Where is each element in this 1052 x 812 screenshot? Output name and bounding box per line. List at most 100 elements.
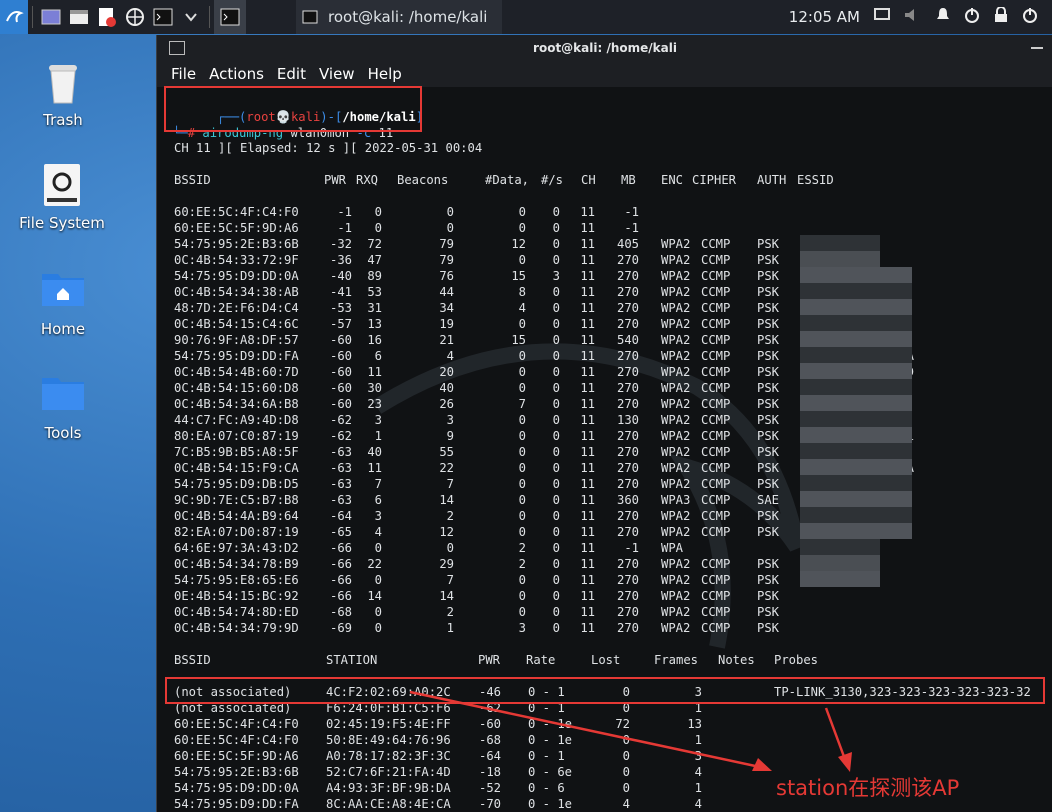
desktop-icon-file-system[interactable]: File System bbox=[12, 162, 112, 232]
terminal-icon[interactable] bbox=[152, 6, 174, 28]
clock[interactable]: 12:05 AM bbox=[789, 8, 860, 26]
desktop-icon-home[interactable]: Home bbox=[13, 268, 113, 338]
redaction-block bbox=[816, 523, 832, 539]
ap-cell: CCMP bbox=[701, 301, 731, 315]
station-cell: 54:75:95:2E:B3:6B bbox=[174, 765, 299, 779]
menu-view[interactable]: View bbox=[319, 65, 355, 83]
redaction-block bbox=[848, 507, 864, 523]
ap-cell: WPA2 bbox=[661, 381, 691, 395]
logout-icon[interactable] bbox=[1022, 7, 1038, 27]
ap-cell: -65 bbox=[329, 525, 352, 539]
ap-cell: 16 bbox=[367, 333, 382, 347]
ap-cell: 7 bbox=[518, 397, 526, 411]
ap-cell: 0E:4B:54:15:BC:92 bbox=[174, 589, 299, 603]
station-cell: 72 bbox=[615, 717, 630, 731]
redaction-block bbox=[864, 283, 880, 299]
ap-cell: 4 bbox=[446, 349, 454, 363]
ap-cell: 3 bbox=[446, 413, 454, 427]
redaction-block bbox=[800, 443, 816, 459]
redaction-block bbox=[816, 363, 832, 379]
redaction-block bbox=[864, 395, 880, 411]
ap-cell: 22 bbox=[439, 461, 454, 475]
redaction-block bbox=[832, 331, 848, 347]
redaction-block bbox=[896, 427, 912, 443]
minimize-icon[interactable] bbox=[1031, 47, 1043, 49]
kali-menu-icon[interactable] bbox=[0, 0, 28, 34]
dropdown-icon[interactable] bbox=[180, 6, 202, 28]
menu-file[interactable]: File bbox=[171, 65, 196, 83]
station-cell: 1 bbox=[694, 733, 702, 747]
redaction-block bbox=[832, 411, 848, 427]
ap-cell: -1 bbox=[624, 541, 639, 555]
ap-cell: 54:75:95:D9:DD:FA bbox=[174, 349, 299, 363]
redaction-block bbox=[848, 555, 864, 571]
redaction-block bbox=[848, 363, 864, 379]
menu-help[interactable]: Help bbox=[368, 65, 402, 83]
redaction-block bbox=[880, 315, 896, 331]
text-editor-icon[interactable] bbox=[96, 6, 118, 28]
ap-cell: PSK bbox=[757, 429, 780, 443]
ap-cell: 48:7D:2E:F6:D4:C4 bbox=[174, 301, 299, 315]
ap-cell: 11 bbox=[580, 365, 595, 379]
ap-cell: WPA2 bbox=[661, 397, 691, 411]
ap-cell: 40 bbox=[367, 445, 382, 459]
ap-cell: 270 bbox=[616, 525, 639, 539]
ap-cell: 8 bbox=[518, 285, 526, 299]
station-cell: 4 bbox=[622, 797, 630, 811]
desktop-icon-label: File System bbox=[19, 214, 105, 232]
display-icon[interactable] bbox=[874, 8, 890, 26]
volume-icon[interactable] bbox=[904, 8, 922, 26]
ap-cell: 82:EA:07:D0:87:19 bbox=[174, 525, 299, 539]
ap-cell: CCMP bbox=[701, 365, 731, 379]
ap-cell: -1 bbox=[624, 221, 639, 235]
ap-header-9: CIPHER bbox=[692, 173, 737, 187]
station-cell: -64 bbox=[478, 749, 501, 763]
desktop-icon-label: Home bbox=[40, 320, 86, 338]
redaction-block bbox=[864, 235, 880, 251]
station-cell: 02:45:19:F5:4E:FF bbox=[326, 717, 451, 731]
ap-header-3: Beacons bbox=[397, 173, 449, 187]
ap-cell: PSK bbox=[757, 349, 780, 363]
ap-cell: 0 bbox=[552, 493, 560, 507]
terminal-titlebar[interactable]: root@kali: /home/kali bbox=[157, 35, 1052, 61]
desktop-icon-trash[interactable]: Trash bbox=[13, 59, 113, 129]
desktop-icon-tools[interactable]: Tools bbox=[13, 372, 113, 442]
ap-cell: 11 bbox=[580, 253, 595, 267]
ap-cell: -60 bbox=[329, 381, 352, 395]
workspace-icon[interactable] bbox=[40, 6, 62, 28]
ap-cell: 270 bbox=[616, 269, 639, 283]
redaction-block bbox=[800, 299, 816, 315]
ap-cell: CCMP bbox=[701, 381, 731, 395]
ap-cell: 2 bbox=[518, 541, 526, 555]
redaction-block bbox=[816, 555, 832, 571]
ap-cell: 0C:4B:54:34:78:B9 bbox=[174, 557, 299, 571]
browser-icon[interactable] bbox=[124, 6, 146, 28]
ap-cell: 44 bbox=[439, 285, 454, 299]
station-cell: A4:93:3F:BF:9B:DA bbox=[326, 781, 451, 795]
ap-cell: 60:EE:5C:5F:9D:A6 bbox=[174, 221, 299, 235]
ap-cell: WPA2 bbox=[661, 317, 691, 331]
redaction-block bbox=[880, 475, 896, 491]
active-window-button[interactable] bbox=[214, 0, 246, 34]
redaction-block bbox=[848, 475, 864, 491]
taskbar-window-item[interactable]: root@kali: /home/kali bbox=[296, 0, 502, 34]
ap-cell: 0 bbox=[552, 333, 560, 347]
ap-cell: 3 bbox=[374, 413, 382, 427]
ap-cell: 54:75:95:2E:B3:6B bbox=[174, 237, 299, 251]
ap-header-7: MB bbox=[621, 173, 636, 187]
redaction-block bbox=[848, 443, 864, 459]
notification-bell-icon[interactable] bbox=[936, 7, 950, 27]
status-line: CH 11 ][ Elapsed: 12 s ][ 2022-05-31 00:… bbox=[174, 141, 483, 155]
ap-cell: 0 bbox=[518, 605, 526, 619]
file-manager-icon[interactable] bbox=[68, 6, 90, 28]
redaction-block bbox=[816, 315, 832, 331]
station-header-0: BSSID bbox=[174, 653, 211, 667]
ap-cell: 270 bbox=[616, 589, 639, 603]
menu-edit[interactable]: Edit bbox=[277, 65, 306, 83]
menu-actions[interactable]: Actions bbox=[209, 65, 264, 83]
power-icon[interactable] bbox=[964, 7, 980, 27]
ap-cell: 0C:4B:54:15:F9:CA bbox=[174, 461, 299, 475]
ap-cell: 20 bbox=[439, 365, 454, 379]
lock-icon[interactable] bbox=[994, 6, 1008, 27]
ap-cell: 540 bbox=[616, 333, 639, 347]
